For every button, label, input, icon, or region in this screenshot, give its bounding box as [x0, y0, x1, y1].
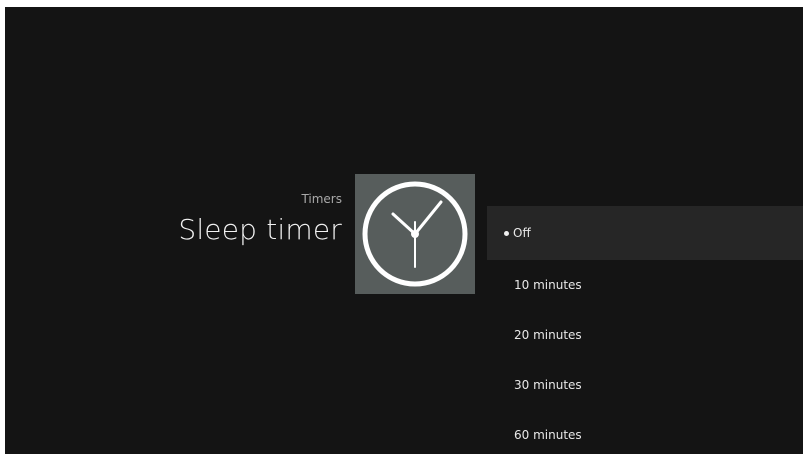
option-label: 10 minutes — [514, 278, 582, 292]
page-title: Sleep timer — [178, 213, 342, 246]
option-20-minutes[interactable]: 20 minutes — [487, 310, 803, 360]
option-60-minutes[interactable]: 60 minutes — [487, 410, 803, 454]
option-10-minutes[interactable]: 10 minutes — [487, 260, 803, 310]
timer-option-list: Off 10 minutes 20 minutes 30 minutes 60 … — [487, 206, 803, 454]
option-label: Off — [513, 226, 531, 240]
sleep-timer-screen: Timers Sleep timer Off 10 minutes 20 min… — [5, 7, 803, 454]
option-label: 30 minutes — [514, 378, 582, 392]
selected-bullet-icon — [504, 230, 509, 236]
option-off[interactable]: Off — [487, 206, 803, 260]
option-30-minutes[interactable]: 30 minutes — [487, 360, 803, 410]
category-label: Timers — [301, 192, 342, 206]
clock-icon — [355, 174, 475, 294]
clock-icon-tile — [355, 174, 475, 294]
option-label: 20 minutes — [514, 328, 582, 342]
option-label: 60 minutes — [514, 428, 582, 442]
